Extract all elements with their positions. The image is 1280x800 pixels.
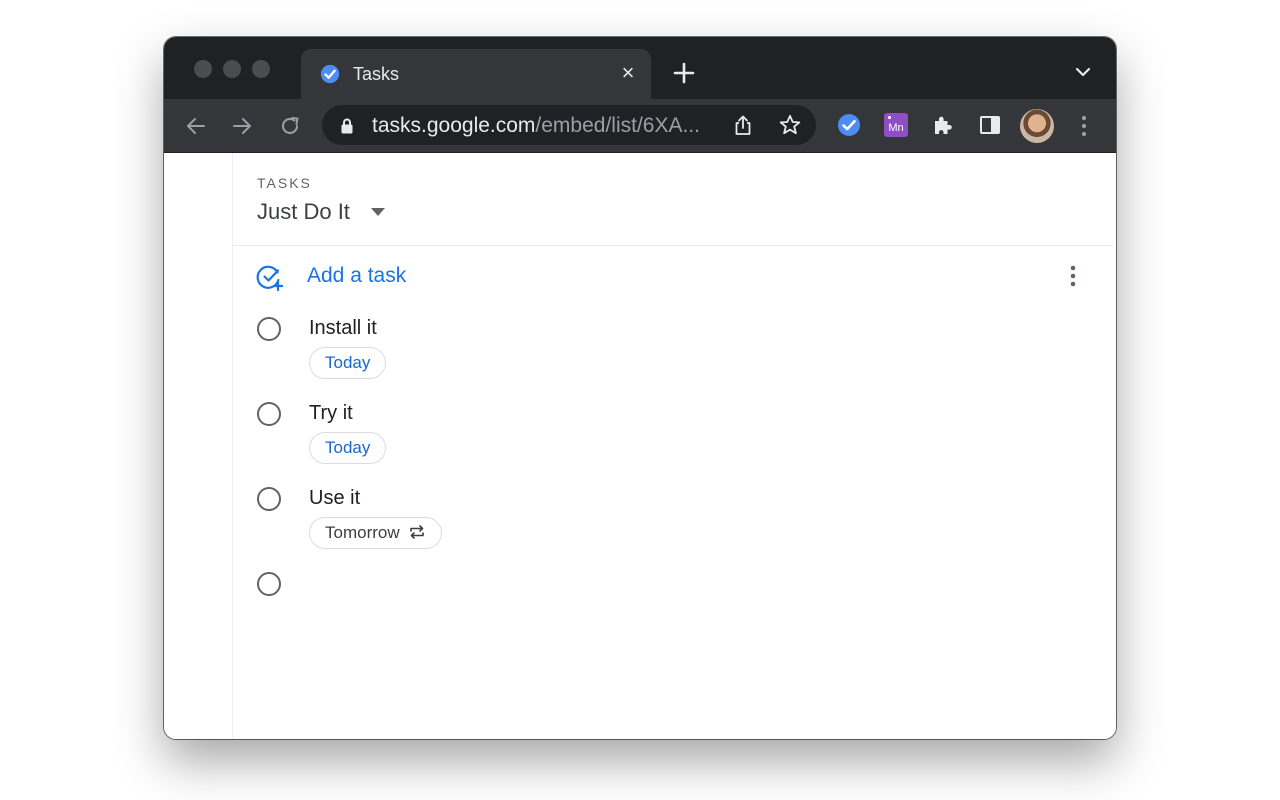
task-complete-checkbox[interactable] bbox=[257, 402, 281, 426]
window-maximize-button[interactable] bbox=[252, 60, 270, 78]
tasks-favicon-icon bbox=[320, 64, 340, 84]
browser-toolbar: tasks.google.com/embed/list/6XA... Mn bbox=[164, 99, 1116, 153]
new-task-checkbox[interactable] bbox=[257, 572, 281, 596]
url-host: tasks.google.com bbox=[372, 114, 536, 137]
task-title[interactable]: Try it bbox=[309, 401, 353, 425]
page-content: TASKS Just Do It Add a task Install it T… bbox=[164, 153, 1116, 739]
due-date-chip[interactable]: Tomorrow bbox=[309, 517, 442, 549]
url-path: /embed/list/6XA... bbox=[535, 114, 700, 137]
chevron-down-icon[interactable] bbox=[1074, 66, 1092, 78]
section-label: TASKS bbox=[257, 175, 312, 191]
task-title[interactable]: Install it bbox=[309, 316, 377, 340]
reload-icon[interactable] bbox=[278, 114, 302, 138]
repeat-icon bbox=[409, 525, 424, 539]
due-date-chip[interactable]: Today bbox=[309, 347, 387, 379]
tab-title: Tasks bbox=[353, 64, 400, 84]
tab-tasks[interactable]: Tasks × bbox=[301, 49, 651, 99]
address-bar[interactable]: tasks.google.com/embed/list/6XA... bbox=[322, 105, 816, 145]
browser-window: Tasks × tasks.google.com/embed/list/6XA.… bbox=[164, 37, 1116, 739]
new-task-input[interactable] bbox=[309, 571, 809, 595]
tasks-extension-icon[interactable] bbox=[837, 113, 861, 137]
caret-down-icon[interactable] bbox=[371, 208, 385, 216]
window-minimize-button[interactable] bbox=[223, 60, 241, 78]
list-selector[interactable]: Just Do It bbox=[257, 199, 350, 225]
side-panel-icon[interactable] bbox=[978, 113, 1002, 137]
star-icon[interactable] bbox=[778, 113, 802, 137]
task-title[interactable]: Use it bbox=[309, 486, 360, 510]
task-complete-checkbox[interactable] bbox=[257, 317, 281, 341]
header-divider bbox=[233, 245, 1113, 246]
due-date-chip[interactable]: Today bbox=[309, 432, 387, 464]
close-icon[interactable]: × bbox=[617, 62, 639, 84]
add-task-button[interactable]: Add a task bbox=[307, 263, 406, 289]
kebab-menu-icon[interactable] bbox=[1079, 113, 1089, 139]
task-complete-checkbox[interactable] bbox=[257, 487, 281, 511]
plus-icon[interactable] bbox=[672, 61, 696, 85]
add-task-icon[interactable] bbox=[256, 263, 284, 291]
more-options-icon[interactable] bbox=[1069, 264, 1077, 288]
lock-icon[interactable] bbox=[340, 118, 354, 134]
mn-extension-label: Mn bbox=[888, 122, 904, 134]
tasks-panel: TASKS Just Do It Add a task Install it T… bbox=[233, 153, 1116, 739]
avatar[interactable] bbox=[1020, 109, 1054, 143]
due-date-label: Today bbox=[325, 353, 371, 372]
mn-extension-icon[interactable]: Mn bbox=[884, 113, 908, 137]
puzzle-extension-icon[interactable] bbox=[931, 113, 955, 137]
url-text[interactable]: tasks.google.com/embed/list/6XA... bbox=[372, 114, 717, 138]
forward-arrow-icon[interactable] bbox=[230, 114, 254, 138]
due-date-label: Today bbox=[325, 438, 371, 457]
back-arrow-icon[interactable] bbox=[184, 114, 208, 138]
tab-strip: Tasks × bbox=[164, 37, 1116, 99]
window-close-button[interactable] bbox=[194, 60, 212, 78]
due-date-label: Tomorrow bbox=[325, 523, 400, 542]
share-icon[interactable] bbox=[732, 114, 754, 136]
